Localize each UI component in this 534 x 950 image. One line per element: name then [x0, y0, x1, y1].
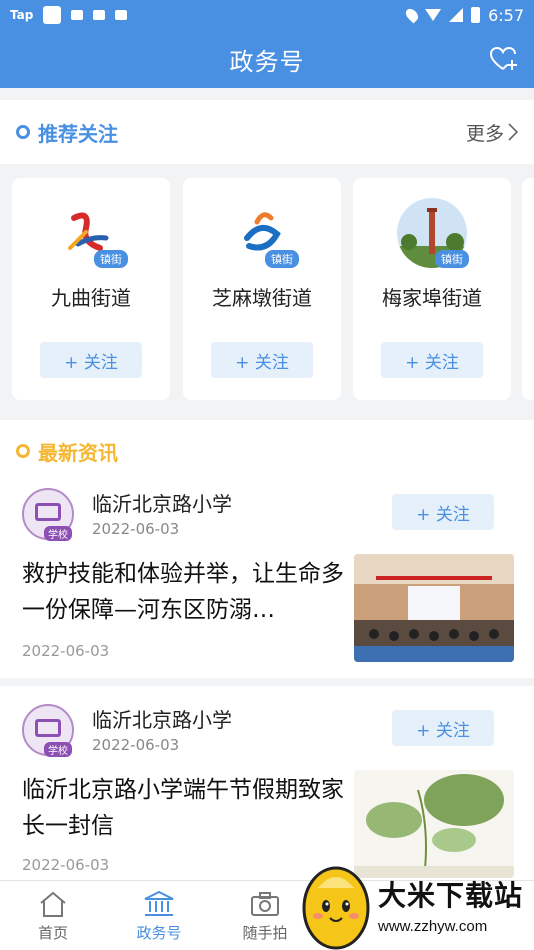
news-headline[interactable]: 临沂北京路小学端午节假期致家长一封信 [22, 772, 348, 844]
follow-button[interactable]: + 关注 [392, 494, 494, 530]
camera-icon [251, 891, 279, 916]
news-date: 2022-06-03 [22, 856, 110, 874]
follow-button[interactable]: + 关注 [40, 342, 142, 378]
follow-button[interactable]: + 关注 [211, 342, 313, 378]
source-date: 2022-06-03 [92, 520, 180, 538]
tab-home[interactable]: 首页 [0, 881, 106, 950]
status-bar: Tap 6:57 [0, 0, 534, 30]
book-icon [35, 503, 61, 521]
follow-button[interactable]: + 关注 [381, 342, 483, 378]
recommend-card-partial[interactable] [522, 178, 534, 400]
account-type-badge: 镇街 [94, 250, 128, 268]
source-name: 临沂北京路小学 [92, 492, 232, 516]
source-tag: 学校 [44, 526, 72, 541]
source-date: 2022-06-03 [92, 736, 180, 754]
clock: 6:57 [488, 5, 524, 25]
section-title: 推荐关注 [38, 121, 118, 146]
section-dot-icon [16, 444, 30, 458]
watermark-brand: 大米下载站 [378, 879, 524, 912]
home-icon [40, 891, 66, 917]
watermark-url: www.zzhyw.com [378, 918, 488, 935]
news-headline[interactable]: 救护技能和体验并举，让生命多一份保障—河东区防溺… [22, 556, 348, 628]
section-title: 最新资讯 [38, 440, 118, 465]
location-icon [403, 6, 421, 24]
government-building-icon [144, 890, 174, 916]
more-label: 更多 [465, 122, 504, 145]
source-name: 临沂北京路小学 [92, 708, 232, 732]
chevron-right-icon [508, 123, 518, 141]
signal-icon [449, 8, 464, 22]
battery-icon [471, 7, 481, 23]
recommend-card[interactable]: 镇街 梅家埠街道 + 关注 [353, 178, 511, 400]
account-type-badge: 镇街 [265, 250, 299, 268]
site-watermark: 大米下载站 www.zzhyw.com [296, 858, 534, 950]
carrier-label: Tap [10, 8, 34, 22]
school-avatar: 学校 [22, 488, 74, 541]
page-title: 政务号 [229, 47, 305, 76]
account-name: 梅家埠街道 [382, 286, 482, 310]
more-link[interactable]: 更多 [466, 119, 518, 146]
news-date: 2022-06-03 [22, 642, 110, 660]
news-header: 最新资讯 [0, 420, 534, 482]
wifi-icon [425, 9, 442, 21]
section-dot-icon [16, 125, 30, 139]
school-avatar: 学校 [22, 704, 74, 757]
follow-button[interactable]: + 关注 [392, 710, 494, 746]
book-icon [35, 719, 61, 737]
account-type-badge: 镇街 [435, 250, 469, 268]
mail-icon [93, 10, 106, 20]
font-icon [115, 10, 128, 20]
news-item[interactable]: 学校 临沂北京路小学 2022-06-03 + 关注 救护技能和体验并举，让生命… [0, 482, 534, 678]
source-tag: 学校 [44, 742, 72, 757]
tab-label: 首页 [37, 923, 68, 942]
account-name: 九曲街道 [51, 286, 131, 310]
tab-label: 政务号 [136, 923, 182, 942]
recommend-card[interactable]: 镇街 芝麻墩街道 + 关注 [183, 178, 341, 400]
account-name: 芝麻墩街道 [212, 286, 312, 310]
mail-icon [71, 10, 84, 20]
app-header: 政务号 [0, 30, 534, 88]
app-notification-icon [43, 6, 62, 24]
rice-mascot-logo [302, 866, 370, 950]
recommend-card[interactable]: 镇街 九曲街道 + 关注 [12, 178, 170, 400]
tab-government[interactable]: 政务号 [106, 881, 212, 950]
tab-label: 随手拍 [242, 923, 288, 942]
recommended-list: 镇街 九曲街道 + 关注 镇街 芝麻墩街道 + 关注 镇街 梅家埠街道 + 关注 [0, 164, 534, 412]
recommended-header: 推荐关注 更多 [0, 100, 534, 164]
news-thumbnail[interactable] [354, 554, 514, 662]
heart-plus-icon[interactable] [488, 44, 518, 74]
news-item[interactable]: 学校 临沂北京路小学 2022-06-03 + 关注 临沂北京路小学端午节假期致… [0, 686, 534, 880]
